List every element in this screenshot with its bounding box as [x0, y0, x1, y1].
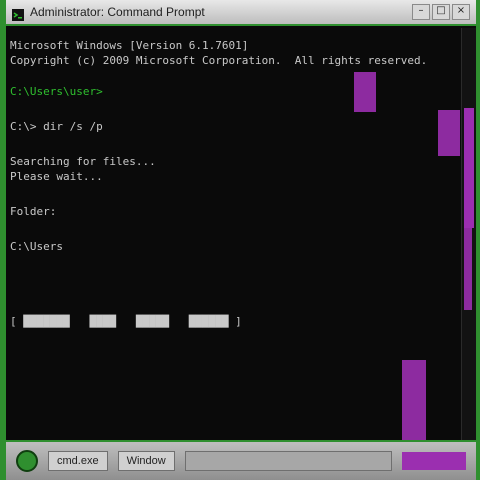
taskbar-item-window[interactable]: Window — [117, 451, 175, 471]
title-bar[interactable]: Administrator: Command Prompt – □ × — [6, 0, 476, 26]
console-line: Copyright (c) 2009 Microsoft Corporation… — [10, 54, 428, 67]
highlight-block — [464, 150, 472, 310]
minimize-button[interactable]: – — [412, 4, 430, 20]
taskbar-spacer — [184, 451, 392, 471]
console-output[interactable]: Microsoft Windows [Version 6.1.7601] Cop… — [6, 28, 462, 440]
window-title: Administrator: Command Prompt — [30, 5, 205, 19]
console-line: Searching for files... — [10, 155, 156, 168]
system-tray[interactable] — [402, 452, 466, 470]
progress-line: [ ███████ ████ █████ ██████ ] — [10, 315, 242, 328]
highlight-block — [438, 110, 460, 156]
highlight-block — [354, 72, 376, 112]
highlight-block — [402, 360, 426, 440]
taskbar: cmd.exe Window — [6, 440, 476, 480]
terminal-icon — [12, 6, 24, 21]
console-line: C:\Users — [10, 240, 63, 253]
taskbar-item-cmd[interactable]: cmd.exe — [48, 451, 108, 471]
start-button[interactable] — [16, 450, 38, 472]
maximize-button[interactable]: □ — [432, 4, 450, 20]
console-line: Microsoft Windows [Version 6.1.7601] — [10, 39, 249, 52]
close-button[interactable]: × — [452, 4, 470, 20]
console-line: Folder: — [10, 205, 57, 218]
console-line: Please wait... — [10, 170, 103, 183]
console-prompt: C:\Users\user> — [10, 85, 110, 98]
console-window: Administrator: Command Prompt – □ × Micr… — [0, 0, 480, 480]
console-line: C:\> dir /s /p — [10, 120, 103, 133]
window-controls: – □ × — [412, 4, 470, 20]
